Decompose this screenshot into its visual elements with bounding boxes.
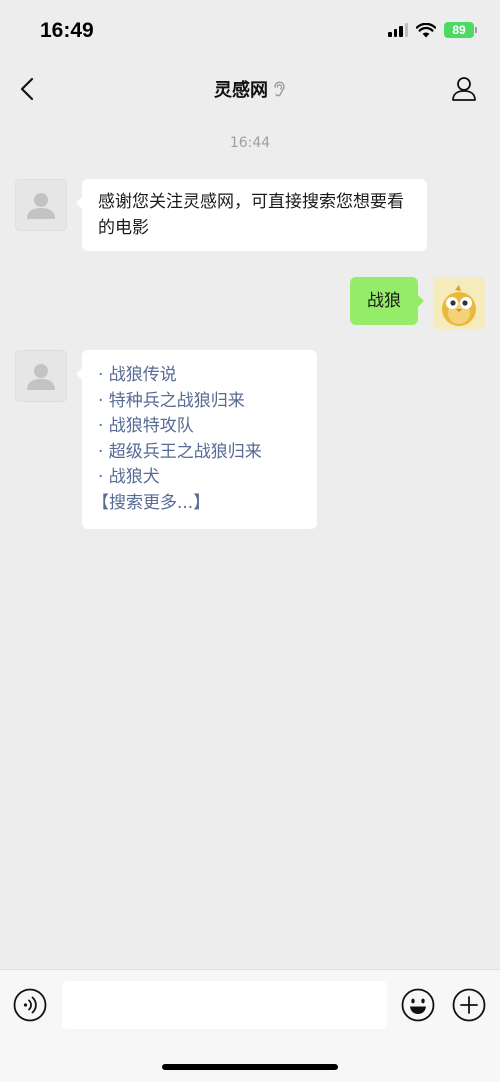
chat-screen: 16:49 89 灵感网 16:44 感谢您关注灵感网，可直接搜索您想要看的电影… (0, 0, 500, 1082)
status-icons: 89 (388, 22, 477, 38)
wifi-icon (416, 22, 436, 37)
ear-icon (274, 81, 285, 97)
user-avatar[interactable] (433, 277, 485, 329)
status-bar: 16:49 89 (0, 0, 500, 62)
emoji-icon[interactable] (401, 988, 435, 1022)
chat-title: 灵感网 (214, 80, 268, 101)
message-input[interactable] (62, 981, 387, 1029)
signal-icon (388, 23, 408, 37)
result-link[interactable]: · 战狼犬 (98, 465, 301, 491)
chat-timestamp: 16:44 (229, 135, 271, 151)
message-bubble-bot[interactable]: 感谢您关注灵感网，可直接搜索您想要看的电影 (76, 179, 427, 251)
plus-icon[interactable] (452, 988, 486, 1022)
battery-level: 89 (452, 23, 466, 37)
battery-icon: 89 (444, 22, 477, 38)
bot-avatar[interactable] (15, 350, 67, 402)
message-bubble-me[interactable]: 战狼 (350, 277, 424, 325)
profile-icon[interactable] (450, 75, 478, 103)
status-time: 16:49 (40, 19, 94, 42)
result-link[interactable]: · 战狼特攻队 (98, 414, 301, 440)
nav-title-group: 灵感网 (0, 76, 500, 102)
nav-bar: 灵感网 (0, 62, 500, 116)
result-link[interactable]: · 超级兵王之战狼归来 (98, 440, 301, 466)
result-link[interactable]: · 特种兵之战狼归来 (98, 389, 301, 415)
bot-avatar[interactable] (15, 179, 67, 231)
search-more-link[interactable]: 【搜索更多...】 (92, 491, 301, 517)
message-bubble-bot-links: · 战狼传说 · 特种兵之战狼归来 · 战狼特攻队 · 超级兵王之战狼归来 · … (76, 350, 317, 529)
home-indicator[interactable] (162, 1064, 338, 1070)
default-avatar-icon (27, 193, 55, 219)
voice-icon[interactable] (13, 988, 47, 1022)
result-link[interactable]: · 战狼传说 (98, 363, 301, 389)
chick-avatar-icon (433, 277, 485, 329)
default-avatar-icon (27, 364, 55, 390)
